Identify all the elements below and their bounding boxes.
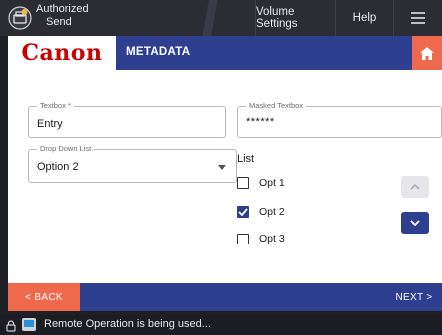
list-option-label: Opt 3 bbox=[259, 233, 285, 244]
checkmark-icon bbox=[238, 208, 248, 216]
masked-textbox-value: ****** bbox=[246, 116, 275, 128]
canon-logo: Canon bbox=[8, 36, 116, 70]
top-bar: Authorized Send Volume Settings Help bbox=[0, 0, 442, 36]
auth-line-1: Authorized bbox=[36, 3, 89, 15]
masked-textbox-field[interactable]: Masked Textbox ****** bbox=[237, 101, 442, 138]
hamburger-menu-icon bbox=[411, 9, 425, 27]
chevron-up-icon bbox=[410, 184, 420, 190]
lock-icon bbox=[6, 319, 16, 335]
metadata-form: Textbox * Entry Masked Textbox ****** Dr… bbox=[8, 70, 442, 283]
drop-down-selected-value: Option 2 bbox=[37, 161, 79, 173]
authorized-send-icon bbox=[8, 6, 32, 30]
remote-operation-icon bbox=[22, 318, 36, 331]
menu-button[interactable] bbox=[393, 0, 442, 36]
list-option-label: Opt 2 bbox=[259, 206, 285, 218]
textbox-field[interactable]: Textbox * Entry bbox=[28, 101, 226, 138]
chevron-down-icon bbox=[218, 165, 226, 170]
next-button[interactable]: NEXT > bbox=[386, 283, 442, 311]
home-icon bbox=[420, 46, 434, 60]
checkbox-checked[interactable] bbox=[237, 206, 249, 218]
list-title: List bbox=[237, 153, 255, 165]
home-button[interactable] bbox=[412, 36, 442, 70]
back-button[interactable]: < BACK bbox=[8, 283, 80, 311]
authorized-send-label: Authorized Send bbox=[36, 3, 89, 29]
scroll-down-button[interactable] bbox=[401, 212, 429, 234]
list-option-3[interactable]: Opt 3 bbox=[237, 230, 285, 244]
app-header: Canon METADATA bbox=[8, 36, 442, 70]
drop-down-label: Drop Down List bbox=[37, 144, 95, 153]
page-title: METADATA bbox=[126, 46, 191, 58]
list-option-2[interactable]: Opt 2 bbox=[237, 203, 285, 221]
drop-down-list[interactable]: Drop Down List Option 2 bbox=[28, 144, 237, 183]
auth-line-2: Send bbox=[46, 16, 72, 28]
scroll-up-button[interactable] bbox=[401, 176, 429, 198]
volume-settings-button[interactable]: Volume Settings bbox=[255, 0, 335, 36]
textbox-value: Entry bbox=[37, 118, 63, 130]
logo-text: Canon bbox=[21, 40, 103, 66]
masked-textbox-label: Masked Textbox bbox=[246, 101, 307, 110]
chevron-down-icon bbox=[410, 220, 420, 226]
footer-bar: < BACK NEXT > bbox=[8, 283, 442, 311]
checkbox-unchecked[interactable] bbox=[237, 177, 249, 189]
status-message: Remote Operation is being used... bbox=[44, 318, 211, 330]
help-button[interactable]: Help bbox=[335, 0, 393, 36]
decorative-stripe bbox=[170, 0, 250, 36]
list-option-1[interactable]: Opt 1 bbox=[237, 174, 285, 192]
textbox-label: Textbox * bbox=[37, 101, 74, 110]
status-bar: Remote Operation is being used... bbox=[0, 315, 442, 335]
checkbox-unchecked[interactable] bbox=[237, 234, 249, 244]
list-option-label: Opt 1 bbox=[259, 177, 285, 189]
